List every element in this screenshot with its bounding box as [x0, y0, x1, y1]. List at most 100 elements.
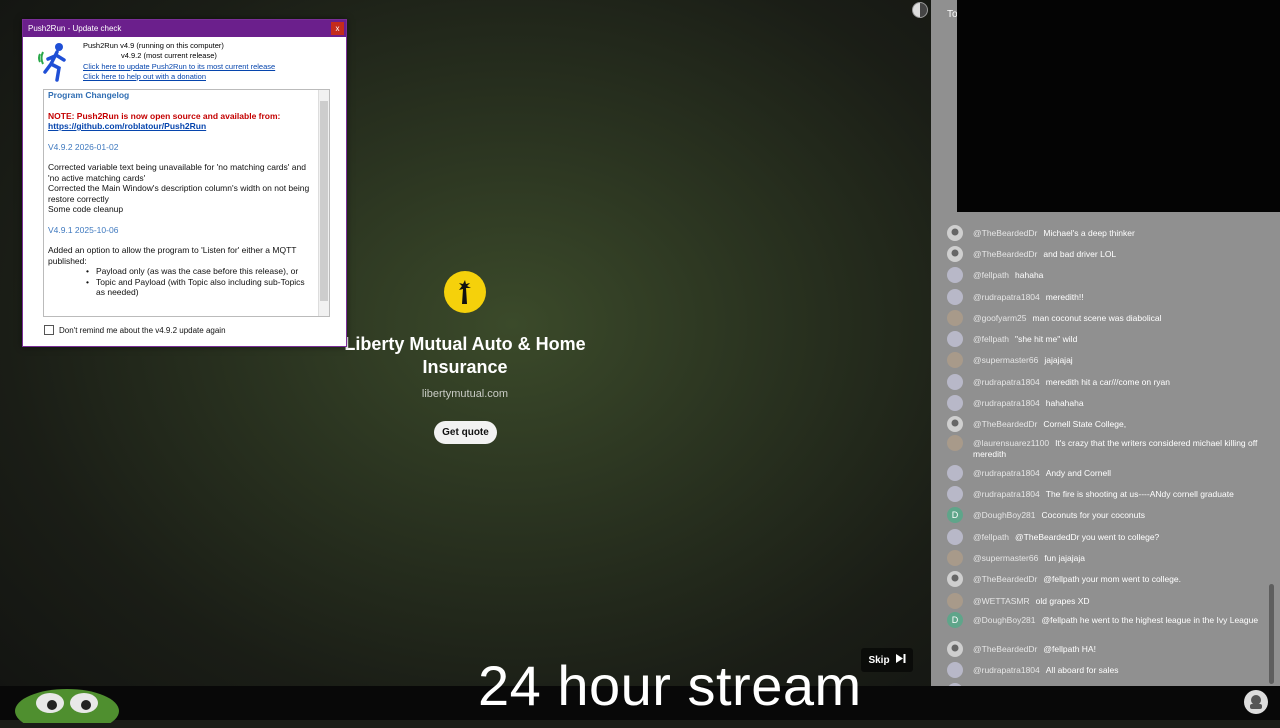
chat-body: Coconuts for your coconuts: [1041, 510, 1145, 520]
chat-scrollbar[interactable]: [1269, 584, 1274, 684]
changelog-box[interactable]: Program Changelog NOTE: Push2Run is now …: [43, 89, 330, 317]
avatar[interactable]: [947, 310, 963, 326]
chat-username[interactable]: @rudrapatra1804: [973, 377, 1040, 387]
changelog-line: Corrected the Main Window's description …: [48, 183, 310, 204]
chat-username[interactable]: @DoughBoy281: [973, 615, 1036, 625]
chat-message-text: @DoughBoy281 @fellpath he went to the hig…: [973, 612, 1258, 626]
dialog-title: Push2Run - Update check: [28, 24, 122, 33]
chat-username[interactable]: @rudrapatra1804: [973, 665, 1040, 675]
chat-username[interactable]: @TheBeardedDr: [973, 419, 1037, 429]
donate-link[interactable]: Click here to help out with a donation: [83, 72, 206, 81]
chat-username[interactable]: @rudrapatra1804: [973, 398, 1040, 408]
chat-body: @fellpath your mom went to college.: [1043, 574, 1182, 584]
changelog-scroll-thumb[interactable]: [320, 101, 328, 301]
chat-username[interactable]: @rudrapatra1804: [973, 468, 1040, 478]
avatar[interactable]: [947, 435, 963, 451]
avatar[interactable]: [947, 225, 963, 241]
chat-message: @TheBeardedDr and bad driver LOL: [947, 246, 1262, 262]
dont-remind-checkbox[interactable]: Don't remind me about the v4.9.2 update …: [44, 325, 226, 335]
avatar[interactable]: [947, 416, 963, 432]
avatar[interactable]: [947, 246, 963, 262]
changelog-heading: Program Changelog: [48, 90, 130, 100]
dont-remind-label: Don't remind me about the v4.9.2 update …: [59, 325, 226, 335]
chat-message: @rudrapatra1804 Andy and Cornell: [947, 465, 1262, 481]
avatar[interactable]: [947, 571, 963, 587]
chat-username[interactable]: @rudrapatra1804: [973, 489, 1040, 499]
avatar[interactable]: [947, 529, 963, 545]
chat-body: @fellpath HA!: [1043, 644, 1096, 654]
checkbox-box[interactable]: [44, 325, 54, 335]
avatar[interactable]: [947, 465, 963, 481]
chat-username[interactable]: @WETTASMR: [973, 596, 1030, 606]
skip-label: Skip: [868, 654, 890, 666]
chat-username[interactable]: @TheBeardedDr: [973, 574, 1037, 584]
chat-message: @TheBeardedDr @fellpath your mom went to …: [947, 571, 1262, 587]
chat-username[interactable]: @TheBeardedDr: [973, 228, 1037, 238]
avatar[interactable]: [947, 550, 963, 566]
version-heading-491: V4.9.1 2025-10-06: [48, 224, 119, 235]
skip-ad-button[interactable]: Skip: [861, 648, 913, 672]
avatar[interactable]: [947, 374, 963, 390]
chat-username[interactable]: @rudrapatra1804: [973, 292, 1040, 302]
chat-username[interactable]: @TheBeardedDr: [973, 249, 1037, 259]
avatar[interactable]: D: [947, 612, 963, 628]
avatar[interactable]: [947, 641, 963, 657]
chat-message: @rudrapatra1804 hahahaha: [947, 395, 1262, 411]
chat-message-text: @fellpath hahaha: [973, 267, 1043, 281]
avatar[interactable]: [947, 267, 963, 283]
update-link[interactable]: Click here to update Push2Run to its mos…: [83, 62, 275, 71]
update-check-dialog[interactable]: Push2Run - Update check x Push2Run v4.9 …: [22, 19, 347, 347]
close-button[interactable]: x: [331, 22, 344, 35]
chat-body: hahahaha: [1045, 398, 1084, 408]
chat-username[interactable]: @fellpath: [973, 270, 1009, 280]
chat-username[interactable]: @supermaster66: [973, 553, 1038, 563]
repo-link[interactable]: https://github.com/roblatour/Push2Run: [48, 121, 313, 132]
chat-message-text: @TheBeardedDr @fellpath HA!: [973, 641, 1096, 655]
avatar[interactable]: [947, 331, 963, 347]
get-quote-button[interactable]: Get quote: [434, 421, 497, 444]
chat-body: hahaha: [1015, 270, 1044, 280]
chat-message: @WETTASMR old grapes XD: [947, 593, 1262, 609]
chat-username[interactable]: @fellpath: [973, 532, 1009, 542]
chat-body: "she hit me" wild: [1015, 334, 1078, 344]
contrast-toggle-icon[interactable]: [912, 2, 928, 18]
chat-message-text: @rudrapatra1804 meredith hit a car///come…: [973, 374, 1170, 388]
chat-message-text: @TheBeardedDr and bad driver LOL: [973, 246, 1116, 260]
chat-body: Cornell State College,: [1043, 419, 1127, 429]
avatar[interactable]: [947, 289, 963, 305]
chat-message-text: @TheBeardedDr Michael's a deep thinker: [973, 225, 1135, 239]
changelog-scrollbar[interactable]: [318, 90, 329, 316]
chat-message: @goofyarm25 man coconut scene was diaboli…: [947, 310, 1262, 326]
chat-message: @supermaster66 fun jajajaja: [947, 550, 1262, 566]
avatar[interactable]: [947, 486, 963, 502]
chat-message-text: @supermaster66 fun jajajaja: [973, 550, 1085, 564]
changelog-bullet: Payload only (as was the case before thi…: [48, 266, 313, 277]
changelog-line: Corrected variable text being unavailabl…: [48, 162, 306, 183]
chat-message: @fellpath hahaha: [947, 267, 1262, 283]
chat-username[interactable]: @TheBeardedDr: [973, 644, 1037, 654]
version-current: v4.9.2 (most current release): [121, 51, 217, 60]
avatar[interactable]: [947, 593, 963, 609]
avatar[interactable]: [947, 352, 963, 368]
chat-message: @laurensuarez1100 It's crazy that the wri…: [947, 435, 1262, 459]
chat-username[interactable]: @laurensuarez1100: [973, 438, 1049, 448]
chat-message-text: @TheBeardedDr @fellpath your mom went to …: [973, 571, 1181, 585]
avatar[interactable]: [947, 395, 963, 411]
chat-username[interactable]: @DoughBoy281: [973, 510, 1036, 520]
chat-body: The fire is shooting at us----ANdy corne…: [1045, 489, 1234, 499]
chat-username[interactable]: @goofyarm25: [973, 313, 1027, 323]
chat-message-text: @fellpath "she hit me" wild: [973, 331, 1077, 345]
chat-body: Michael's a deep thinker: [1043, 228, 1135, 238]
avatar[interactable]: D: [947, 507, 963, 523]
chat-message: @rudrapatra1804 All aboard for sales: [947, 662, 1262, 678]
avatar[interactable]: [947, 662, 963, 678]
chat-body: All aboard for sales: [1045, 665, 1119, 675]
streamer-avatar-icon[interactable]: [1244, 690, 1268, 714]
webcam-overlay: [957, 0, 1280, 212]
chat-username[interactable]: @supermaster66: [973, 355, 1038, 365]
chat-message-text: @DoughBoy281 Coconuts for your coconuts: [973, 507, 1145, 521]
chat-message: D @DoughBoy281 Coconuts for your coconuts: [947, 507, 1262, 523]
chat-message-text: @rudrapatra1804 hahahaha: [973, 395, 1084, 409]
chat-username[interactable]: @fellpath: [973, 334, 1009, 344]
chat-message-text: @rudrapatra1804 The fire is shooting at u…: [973, 486, 1234, 500]
